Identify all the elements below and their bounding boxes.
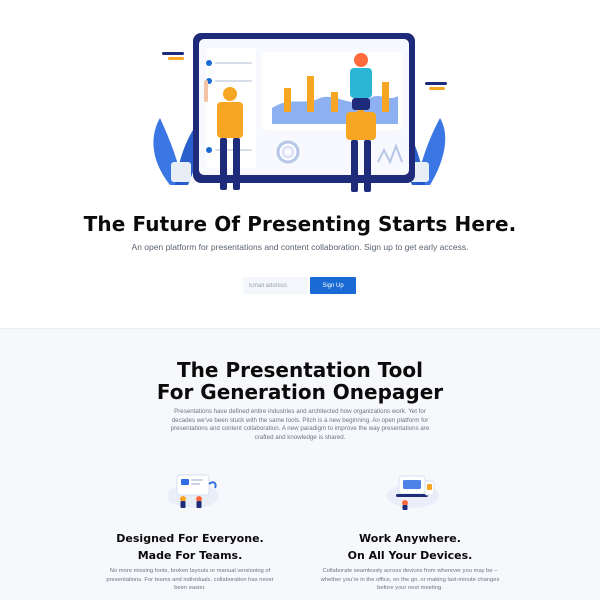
feature-card-everyone: Designed For Everyone. Made For Teams. N… (80, 466, 300, 600)
hero-title: The Future Of Presenting Starts Here. (83, 212, 517, 236)
feature-title-line-2: On All Your Devices. (347, 549, 473, 562)
section-body: Presentations have defined entire indust… (170, 408, 430, 441)
section-title: The Presentation Tool For Generation One… (0, 359, 600, 403)
feature-body-everyone: No more missing fonts, broken layouts or… (106, 568, 274, 591)
feature-card-anywhere: Work Anywhere. On All Your Devices. Coll… (300, 466, 520, 600)
presentation-board-illustration-icon (0, 0, 600, 205)
section-title-line-2: For Generation Onepager (156, 380, 444, 404)
feature-title-anywhere: Work Anywhere. On All Your Devices. (300, 530, 520, 564)
feature-title-line-2: Made For Teams. (137, 549, 243, 562)
signup-button[interactable]: Sign Up (310, 277, 356, 294)
devices-illustration-icon (387, 475, 439, 510)
hero-subtitle: An open platform for presentations and c… (131, 242, 469, 252)
team-collaboration-illustration-icon (167, 474, 219, 508)
signup-form: Sign Up (243, 277, 358, 294)
hero-section: The Future Of Presenting Starts Here. An… (0, 0, 600, 329)
features-section: The Presentation Tool For Generation One… (0, 329, 600, 600)
feature-body-anywhere: Collaborate seamlessly across devices fr… (320, 568, 500, 591)
email-input[interactable] (243, 277, 308, 294)
feature-title-line-1: Work Anywhere. (359, 532, 461, 545)
section-title-line-1: The Presentation Tool (177, 358, 423, 382)
feature-title-everyone: Designed For Everyone. Made For Teams. (80, 530, 300, 564)
feature-title-line-1: Designed For Everyone. (116, 532, 264, 545)
